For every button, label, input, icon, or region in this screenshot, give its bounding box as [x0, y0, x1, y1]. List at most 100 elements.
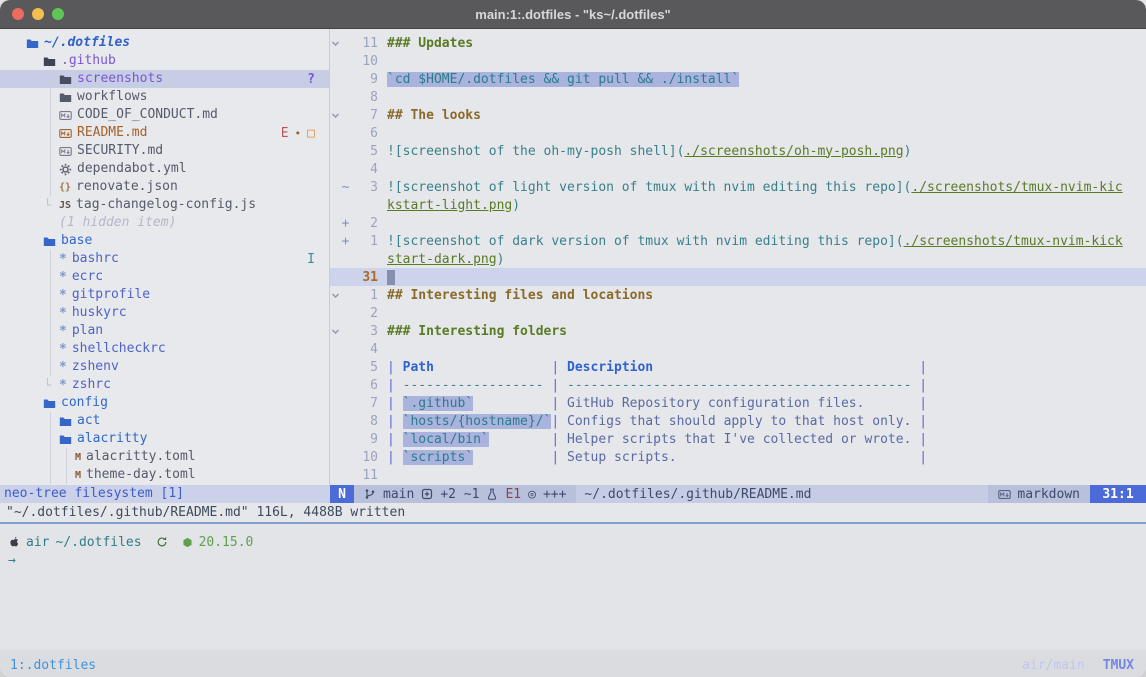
editor-line[interactable]: 31: [330, 268, 1146, 286]
editor-buffer[interactable]: 11### Updates109`cd $HOME/.dotfiles && g…: [330, 29, 1146, 485]
editor-line[interactable]: +2: [330, 214, 1146, 232]
editor-line[interactable]: 3### Interesting folders: [330, 322, 1146, 340]
lualine-section-b: main +2 ~1 E1 ◎+++: [354, 485, 576, 503]
window-title: main:1:.dotfiles - "ks~/.dotfiles": [0, 7, 1146, 22]
prompt-arrow: →: [8, 553, 16, 568]
shell-pane[interactable]: air ~/.dotfiles 20.15.0 →: [0, 524, 1146, 650]
fold-chevron-icon[interactable]: [331, 111, 340, 120]
tree-item-label: base: [61, 232, 92, 250]
folder-icon: [26, 37, 39, 50]
editor-line[interactable]: 9| `local/bin` | Helper scripts that I'v…: [330, 430, 1146, 448]
git-diff-counts: +2 ~1: [440, 487, 479, 502]
tree-item-label: ~/.dotfiles: [44, 34, 130, 52]
tree-item[interactable]: *plan: [0, 322, 329, 340]
tree-item[interactable]: ~/.dotfiles: [0, 34, 329, 52]
fold-chevron-icon[interactable]: [331, 291, 340, 300]
toml-icon: M: [75, 470, 81, 481]
editor-line[interactable]: 6| ------------------ | ----------------…: [330, 376, 1146, 394]
editor-line[interactable]: 4: [330, 340, 1146, 358]
tree-item[interactable]: CODE_OF_CONDUCT.md: [0, 106, 329, 124]
editor-line[interactable]: +1![screenshot of dark version of tmux w…: [330, 232, 1146, 250]
editor-line[interactable]: 11: [330, 466, 1146, 484]
tree-item[interactable]: *huskyrc: [0, 304, 329, 322]
markdown-file-icon: [998, 488, 1011, 501]
tree-item-label: alacritty: [77, 430, 147, 448]
editor-line[interactable]: kstart-light.png): [330, 196, 1146, 214]
tree-item-label: shellcheckrc: [72, 340, 166, 358]
tmux-session-name: air/main: [1022, 658, 1085, 673]
editor-line[interactable]: 4: [330, 160, 1146, 178]
tree-item-label: (1 hidden item): [59, 214, 176, 232]
tree-item-label: zshenv: [72, 358, 119, 376]
tree-item-label: SECURITY.md: [77, 142, 163, 160]
editor-line[interactable]: 8| `hosts/{hostname}/`| Configs that sho…: [330, 412, 1146, 430]
tree-item[interactable]: *ecrc: [0, 268, 329, 286]
tree-item-badges: I: [307, 252, 315, 267]
fold-chevron-icon[interactable]: [331, 327, 340, 336]
titlebar: main:1:.dotfiles - "ks~/.dotfiles": [0, 0, 1146, 29]
cursor-position-badge: 31:1: [1090, 485, 1146, 503]
editor-line[interactable]: 10| `scripts` | Setup scripts. |: [330, 448, 1146, 466]
editor-line[interactable]: 6: [330, 124, 1146, 142]
git-branch-label: main: [383, 487, 414, 502]
tree-item[interactable]: screenshots?: [0, 70, 329, 88]
tree-item-label: screenshots: [77, 70, 163, 88]
folder-icon: [59, 433, 72, 446]
tree-item[interactable]: Malacritty.toml: [0, 448, 329, 466]
star-icon: *: [59, 378, 67, 393]
tree-item[interactable]: (1 hidden item): [0, 214, 329, 232]
tree-item[interactable]: base: [0, 232, 329, 250]
tree-item-label: .github: [61, 52, 116, 70]
tree-item[interactable]: .github: [0, 52, 329, 70]
md-icon: [59, 127, 72, 140]
tree-item-label: workflows: [77, 88, 147, 106]
git-branch-icon: [364, 488, 376, 500]
tree-item[interactable]: {}renovate.json: [0, 178, 329, 196]
tmux-window-item[interactable]: 1:.dotfiles: [10, 658, 96, 673]
editor-line[interactable]: 7| `.github` | GitHub Repository configu…: [330, 394, 1146, 412]
tree-item[interactable]: config: [0, 394, 329, 412]
tree-item[interactable]: act: [0, 412, 329, 430]
editor-line[interactable]: start-dark.png): [330, 250, 1146, 268]
tree-item[interactable]: workflows: [0, 88, 329, 106]
tmux-status-bar: 1:.dotfiles air/main TMUX: [0, 650, 1146, 677]
prompt-arrow-line[interactable]: →: [0, 551, 1146, 569]
tree-item[interactable]: Mtheme-day.toml: [0, 466, 329, 484]
star-icon: *: [59, 360, 67, 375]
editor-line[interactable]: 2: [330, 304, 1146, 322]
editor-line[interactable]: 10: [330, 52, 1146, 70]
fold-chevron-icon[interactable]: [331, 39, 340, 48]
editor-line[interactable]: 5| Path | Description |: [330, 358, 1146, 376]
folder-icon: [43, 55, 56, 68]
current-file-path: ~/.dotfiles/.github/README.md: [576, 485, 988, 503]
filetype-label: markdown: [1017, 487, 1080, 502]
editor-line[interactable]: 1## Interesting files and locations: [330, 286, 1146, 304]
node-version: 20.15.0: [199, 535, 254, 550]
editor-line[interactable]: 5![screenshot of the oh-my-posh shell](.…: [330, 142, 1146, 160]
status-row: neo-tree filesystem [1] N main +2 ~1 E1 …: [0, 485, 1146, 503]
tree-item[interactable]: *shellcheckrc: [0, 340, 329, 358]
neo-tree-panel: ~/.dotfiles.githubscreenshots?workflowsC…: [0, 29, 330, 485]
tree-item[interactable]: *bashrcI: [0, 250, 329, 268]
tree-item[interactable]: SECURITY.md: [0, 142, 329, 160]
tree-item[interactable]: *gitprofile: [0, 286, 329, 304]
tree-item[interactable]: * zshenv: [0, 358, 329, 376]
git-sync-icon: [156, 536, 168, 548]
editor-line[interactable]: 7## The looks: [330, 106, 1146, 124]
tree-item[interactable]: alacritty: [0, 430, 329, 448]
tree-item-label: CODE_OF_CONDUCT.md: [77, 106, 218, 124]
editor-line[interactable]: 9`cd $HOME/.dotfiles && git pull && ./in…: [330, 70, 1146, 88]
vim-command-line-message: "~/.dotfiles/.github/README.md" 116L, 44…: [0, 503, 1146, 522]
file-tree: ~/.dotfiles.githubscreenshots?workflowsC…: [0, 34, 329, 484]
editor-line[interactable]: ~3![screenshot of light version of tmux …: [330, 178, 1146, 196]
tree-item[interactable]: └*zshrc: [0, 376, 329, 394]
vim-mode-badge: N: [330, 485, 354, 503]
tree-item[interactable]: └JStag-changelog-config.js: [0, 196, 329, 214]
editor-line[interactable]: 11### Updates: [330, 34, 1146, 52]
shell-prompt: air ~/.dotfiles 20.15.0: [0, 533, 1146, 551]
tree-item-label: plan: [72, 322, 103, 340]
tree-item[interactable]: README.mdE•□: [0, 124, 329, 142]
tree-item[interactable]: dependabot.yml: [0, 160, 329, 178]
diagnostics-flask-icon: [486, 488, 498, 500]
editor-line[interactable]: 8: [330, 88, 1146, 106]
